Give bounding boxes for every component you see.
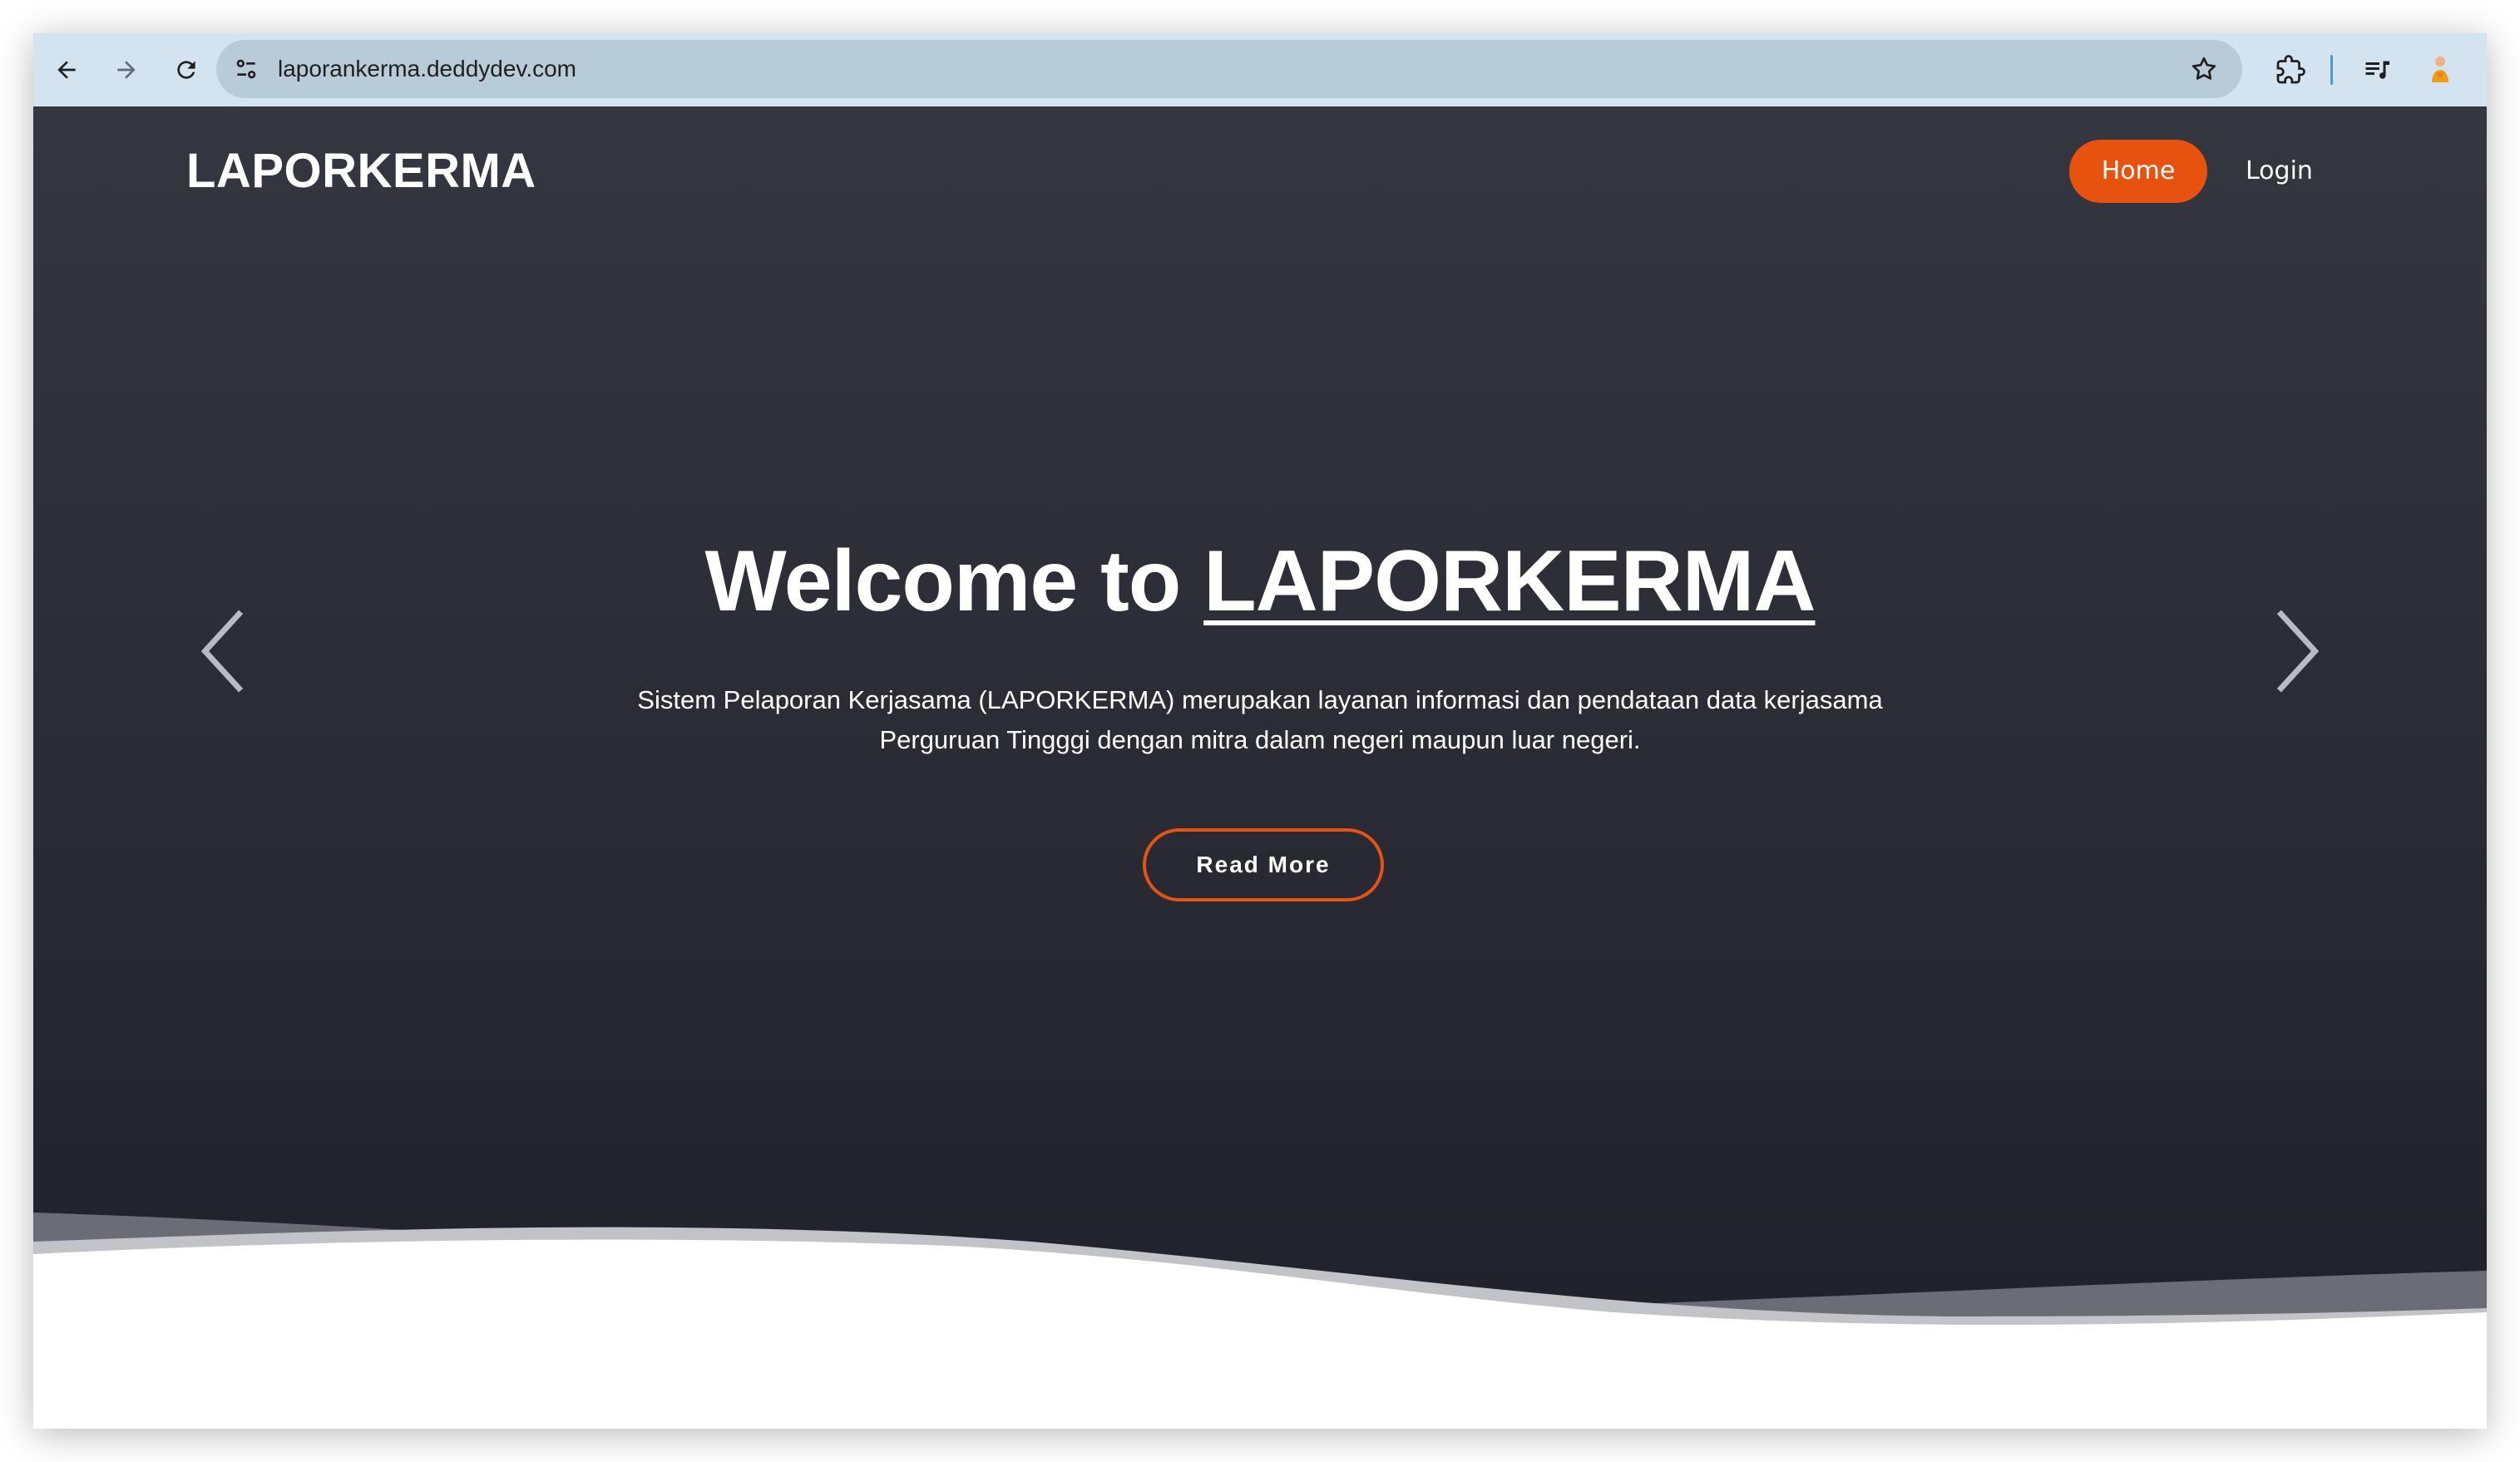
url-text[interactable]: laporankerma.deddydev.com (278, 40, 576, 98)
hero-title-prefix: Welcome to (704, 533, 1204, 630)
site-logo[interactable]: LAPORKERMA (186, 143, 536, 199)
forward-button[interactable] (103, 47, 150, 93)
queue-music-icon (2365, 61, 2389, 79)
browser-toolbar: laporankerma.deddydev.com (33, 33, 2487, 106)
avatar-icon (2432, 57, 2448, 82)
address-bar[interactable]: laporankerma.deddydev.com (216, 40, 2242, 98)
hero-title: Welcome to LAPORKERMA (33, 532, 2487, 631)
reload-button[interactable] (163, 47, 210, 93)
hero-wave-divider (33, 1213, 2487, 1429)
nav-login-link[interactable]: Login (2246, 140, 2313, 203)
tune-icon[interactable] (231, 54, 261, 84)
hero-description: Sistem Pelaporan Kerjasama (LAPORKERMA) … (637, 685, 1883, 754)
arrow-left-icon (57, 61, 76, 79)
media-controls-button[interactable] (2354, 47, 2400, 93)
toolbar-divider (2330, 55, 2333, 85)
star-icon[interactable] (2189, 54, 2219, 84)
profile-avatar[interactable] (2419, 48, 2462, 91)
arrow-right-icon (117, 61, 136, 79)
hero-section: LAPORKERMA Home Login Welcome to LAPORKE… (33, 106, 2487, 1304)
hero-title-highlight: LAPORKERMA (1203, 533, 1816, 630)
browser-window: laporankerma.deddydev.com LAPORKERMA Hom… (33, 33, 2487, 1429)
back-button[interactable] (43, 47, 90, 93)
read-more-button[interactable]: Read More (1143, 828, 1384, 901)
extensions-button[interactable] (2267, 47, 2314, 93)
reload-icon (177, 61, 195, 79)
nav-home-link[interactable]: Home (2069, 140, 2207, 203)
web-page: LAPORKERMA Home Login Welcome to LAPORKE… (33, 106, 2487, 1429)
puzzle-icon (2276, 55, 2305, 84)
